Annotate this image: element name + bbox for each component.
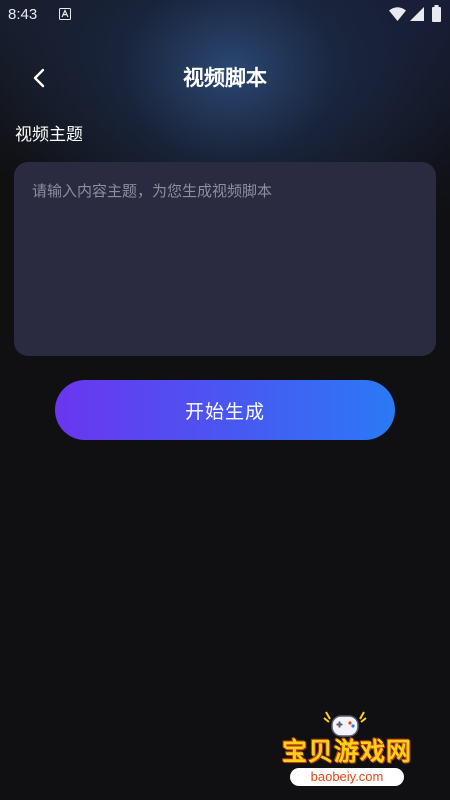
generate-button[interactable]: 开始生成 (55, 380, 395, 440)
watermark-name: 宝贝游戏网 (281, 737, 412, 766)
cell-signal-icon (410, 7, 424, 21)
status-time: 8:43 (8, 6, 38, 23)
a-notification-icon (59, 8, 71, 20)
topic-input[interactable] (14, 162, 436, 356)
watermark: 宝贝游戏网 baobeiy.com (272, 708, 422, 794)
wifi-icon (389, 7, 406, 21)
topic-label: 视频主题 (15, 125, 83, 145)
page-title: 视频脚本 (183, 66, 267, 90)
watermark-domain: baobeiy.com (290, 768, 404, 786)
battery-icon (432, 5, 441, 22)
app-screen: 8:43 视频脚本 视频主题 开始生成 (0, 0, 450, 800)
status-bar: 8:43 (0, 0, 450, 30)
